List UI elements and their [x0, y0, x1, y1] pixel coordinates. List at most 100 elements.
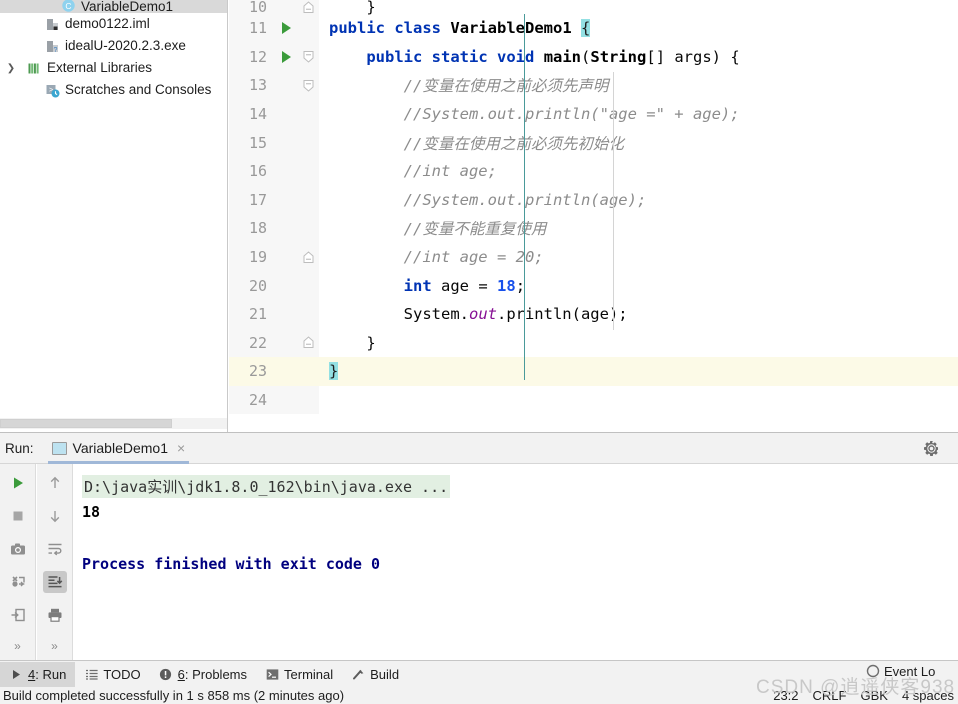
gear-icon[interactable] [923, 440, 940, 457]
rerun-icon[interactable] [6, 472, 30, 494]
tree-item-label: External Libraries [47, 60, 153, 76]
caret-position[interactable]: 23:2 [773, 688, 798, 703]
stop-icon[interactable] [6, 505, 30, 527]
run-gutter-icon[interactable] [275, 14, 297, 43]
code-line-text[interactable]: //int age = 20; [319, 243, 958, 272]
code-line-text[interactable]: System. out .println(age); [319, 300, 958, 329]
editor-line: 15 //变量在使用之前必须先初始化 [229, 128, 958, 157]
run-gutter-icon[interactable] [275, 42, 297, 72]
line-number[interactable]: 15 [229, 128, 275, 157]
code-line-text[interactable]: } [319, 357, 958, 386]
fold-marker-icon[interactable] [297, 328, 319, 358]
run-icon [9, 667, 23, 681]
iml-file-icon [44, 16, 61, 32]
fold-gutter-empty [297, 357, 319, 386]
todo-icon [84, 667, 98, 681]
run-tab-variabledemo1[interactable]: VariableDemo1 × [44, 433, 194, 464]
tree-item-scratches-and-consoles[interactable]: > Scratches and Consoles [0, 79, 227, 101]
close-icon[interactable]: × [177, 441, 185, 455]
export-icon[interactable] [6, 604, 30, 626]
editor-line: 16 //int age; [229, 156, 958, 186]
tool-window-bar[interactable]: 4: Run TODO 6: Problems Terminal Build [0, 660, 958, 687]
run-label: Run: [5, 440, 34, 456]
run-gutter-empty [275, 242, 297, 272]
status-bar: Build completed successfully in 1 s 858 … [0, 687, 958, 704]
code-line-text[interactable]: public static void main(String[] args) { [319, 43, 958, 72]
code-line-text[interactable]: //变量不能重复使用 [319, 214, 958, 243]
java-class-icon: C [60, 0, 77, 13]
console-output[interactable]: D:\java实训\jdk1.8.0_162\bin\java.exe ... 1… [74, 464, 958, 661]
line-separator[interactable]: CRLF [813, 688, 847, 703]
code-line-text[interactable]: //变量在使用之前必须先声明 [319, 71, 958, 100]
tool-window-button-4-run[interactable]: 4: Run [0, 661, 76, 687]
tree-item-demo0122-iml[interactable]: demo0122.iml [0, 13, 227, 35]
editor-line: 10 } [229, 0, 958, 16]
file-encoding[interactable]: GBK [860, 688, 887, 703]
line-number[interactable]: 17 [229, 185, 275, 215]
line-number[interactable]: 18 [229, 214, 275, 243]
line-number[interactable]: 13 [229, 71, 275, 100]
tool-window-button-terminal[interactable]: Terminal [256, 662, 342, 687]
project-tool-window[interactable]: C VariableDemo1 demo0122.iml? idealU-2020.2… [0, 0, 228, 432]
tool-window-button-label: TODO [103, 666, 141, 682]
thread-dump-icon[interactable] [6, 571, 30, 593]
arrow-up-icon[interactable] [43, 472, 67, 494]
line-number[interactable]: 16 [229, 156, 275, 186]
run-gutter-empty [275, 385, 297, 415]
editor-line: 19 //int age = 20; [229, 242, 958, 272]
run-toolbar-right[interactable]: » [37, 464, 73, 661]
scrollbar-thumb[interactable] [0, 419, 172, 428]
project-horizontal-scrollbar[interactable] [0, 418, 227, 429]
editor-lines[interactable]: 10 } 11 public class VariableDemo1 {12 pub… [229, 0, 958, 415]
line-number[interactable]: 11 [229, 14, 275, 43]
code-line-text[interactable]: //System.out.println("age =" + age); [319, 100, 958, 129]
line-number[interactable]: 14 [229, 99, 275, 129]
console-text: Process finished with exit code 0 [82, 555, 381, 573]
code-line-text[interactable]: } [319, 0, 958, 16]
fold-marker-icon[interactable] [297, 71, 319, 100]
chevron-right-icon[interactable]: ❯ [4, 61, 18, 75]
line-number[interactable]: 24 [229, 385, 275, 415]
code-editor[interactable]: 10 } 11 public class VariableDemo1 {12 pub… [229, 0, 958, 432]
line-number[interactable]: 23 [229, 357, 275, 386]
line-number[interactable]: 20 [229, 271, 275, 300]
tree-item-idealu-2020-2-3-exe[interactable]: ? idealU-2020.2.3.exe [0, 35, 227, 57]
code-line-text[interactable]: //System.out.println(age); [319, 186, 958, 215]
run-toolbar-left-more-button[interactable]: » [14, 639, 21, 653]
indent-setting[interactable]: 4 spaces [902, 688, 954, 703]
fold-marker-icon[interactable] [297, 242, 319, 272]
code-line-text[interactable] [319, 386, 958, 415]
code-line-text[interactable]: } [319, 329, 958, 358]
line-number[interactable]: 21 [229, 299, 275, 329]
code-line-text[interactable]: //变量在使用之前必须先初始化 [319, 128, 958, 157]
line-number[interactable]: 19 [229, 242, 275, 272]
run-toolbar-left[interactable]: » [0, 464, 36, 661]
line-number[interactable]: 10 [229, 0, 275, 16]
print-icon[interactable] [43, 604, 67, 626]
code-line-text[interactable]: //int age; [319, 157, 958, 186]
console-line: Process finished with exit code 0 [82, 551, 958, 577]
run-toolbar-right-more-button[interactable]: » [51, 639, 58, 653]
tree-item-external-libraries[interactable]: ❯ External Libraries [0, 57, 227, 79]
tool-window-button-todo[interactable]: TODO [75, 662, 149, 687]
camera-icon[interactable] [6, 538, 30, 560]
scratches-icon: > [44, 82, 61, 98]
line-number[interactable]: 22 [229, 328, 275, 358]
run-triangle-icon[interactable] [281, 22, 291, 35]
event-log-button[interactable]: Event Lo [866, 661, 958, 681]
tool-window-button-6-problems[interactable]: 6: Problems [150, 662, 256, 687]
tree-item-variabledemo1[interactable]: C VariableDemo1 [0, 0, 227, 13]
soft-wrap-icon[interactable] [43, 538, 67, 560]
fold-gutter-empty [297, 271, 319, 300]
code-line-text[interactable]: public class VariableDemo1 { [319, 14, 958, 43]
line-number[interactable]: 12 [229, 42, 275, 72]
arrow-down-icon[interactable] [43, 505, 67, 527]
fold-marker-icon[interactable] [297, 42, 319, 72]
fold-marker-icon[interactable] [297, 0, 319, 14]
code-line-text[interactable]: int age = 18; [319, 271, 958, 300]
tool-window-button-build[interactable]: Build [342, 662, 408, 687]
run-triangle-icon[interactable] [281, 50, 291, 63]
scroll-to-end-icon[interactable] [42, 571, 67, 593]
project-tree[interactable]: C VariableDemo1 demo0122.iml? idealU-2020.2… [0, 0, 227, 101]
run-gutter-empty [275, 271, 297, 300]
